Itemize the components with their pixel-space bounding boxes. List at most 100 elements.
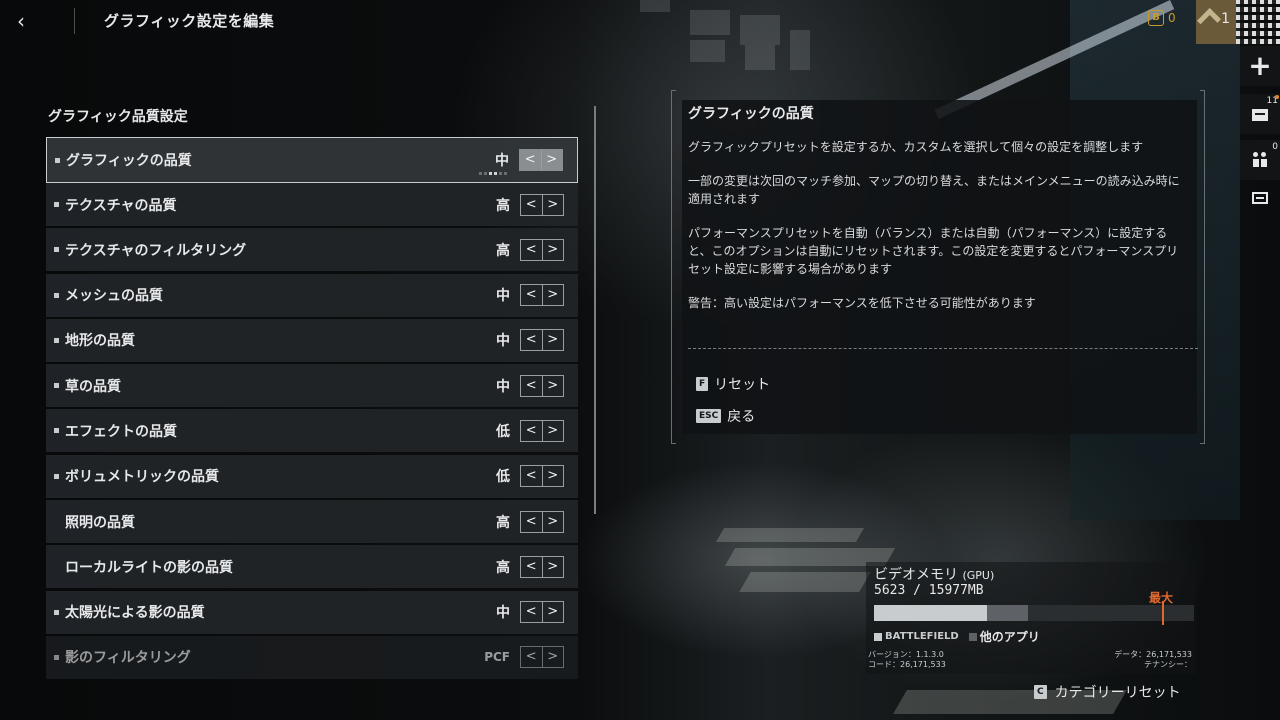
setting-value: 低 [496, 469, 510, 486]
chevron-right-icon[interactable]: > [543, 376, 564, 396]
add-button[interactable]: + [1240, 46, 1280, 86]
plus-icon: + [1248, 49, 1272, 82]
chevron-left-icon[interactable]: < [521, 421, 542, 441]
currency-icon: B [1148, 10, 1164, 26]
section-title: グラフィック品質設定 [48, 109, 188, 125]
scrollbar[interactable] [594, 106, 596, 514]
chevron-left-icon[interactable]: < [521, 647, 542, 667]
setting-value: PCF [484, 650, 510, 665]
chevron-left-icon[interactable]: < [521, 240, 542, 260]
chevron-right-icon[interactable]: > [543, 647, 564, 667]
setting-row[interactable]: ボリュメトリックの品質 低 < > [46, 454, 578, 498]
player-emblem-icon[interactable] [1236, 0, 1280, 44]
value-stepper[interactable]: < > [520, 601, 564, 624]
level-dot [499, 172, 502, 175]
vram-battlefield-fill [874, 605, 987, 621]
setting-row[interactable]: 照明の品質 高 < > [46, 500, 578, 544]
changed-indicator-icon [54, 428, 59, 434]
setting-value: 中 [496, 378, 510, 395]
vram-widget: ビデオメモリ (GPU) 5623 / 15977MB 最大 BATTLEFIE… [866, 562, 1196, 674]
category-reset-button[interactable]: C カテゴリーリセット [1034, 682, 1181, 702]
back-button[interactable]: ‹ [8, 8, 34, 34]
chevron-left-icon[interactable]: < [521, 285, 542, 305]
value-stepper[interactable]: < > [520, 555, 564, 578]
setting-label: 影のフィルタリング [65, 650, 191, 667]
rank-badge[interactable]: 1 [1196, 0, 1236, 44]
vram-title: ビデオメモリ (GPU) [874, 564, 994, 584]
changed-indicator-icon [54, 202, 59, 207]
setting-label: テクスチャのフィルタリング [65, 242, 247, 259]
party-button[interactable]: 0 [1240, 140, 1280, 180]
value-stepper[interactable]: < > [520, 329, 564, 352]
value-stepper[interactable]: < > [519, 149, 563, 171]
setting-row[interactable]: 影のフィルタリング PCF < > [46, 635, 578, 679]
setting-value: 高 [496, 197, 510, 214]
reset-button[interactable]: F リセット [696, 374, 770, 394]
exit-icon [1252, 192, 1268, 204]
back-action-button[interactable]: ESC 戻る [696, 406, 755, 426]
chevron-right-icon[interactable]: > [543, 421, 564, 441]
chevron-left-icon[interactable]: < [521, 466, 542, 486]
setting-row[interactable]: テクスチャの品質 高 < > [46, 183, 578, 226]
chevron-left-icon[interactable]: < [521, 557, 542, 577]
setting-label: エフェクトの品質 [65, 423, 177, 440]
chevron-right-icon[interactable]: > [543, 330, 564, 350]
chevron-right-icon[interactable]: > [543, 557, 564, 577]
value-stepper[interactable]: < > [520, 465, 564, 488]
preset-level-indicator [479, 172, 507, 175]
side-rail: + 11 0 [1240, 44, 1280, 224]
chevron-left-icon[interactable]: < [521, 512, 542, 532]
page-title: グラフィック設定を編集 [104, 12, 275, 30]
description-paragraph: 一部の変更は次回のマッチ参加、マップの切り替え、またはメインメニューの読み込み時… [688, 174, 1180, 206]
chevron-left-icon[interactable]: < [521, 602, 542, 622]
setting-row[interactable]: エフェクトの品質 低 < > [46, 409, 578, 453]
chevron-left-icon[interactable]: < [520, 150, 541, 170]
setting-value: 中 [496, 333, 510, 350]
vram-title-suffix: (GPU) [962, 569, 995, 582]
value-stepper[interactable]: < > [520, 374, 564, 397]
chevron-left-icon[interactable]: < [521, 195, 542, 215]
level-dot [484, 172, 487, 175]
value-stepper[interactable]: < > [520, 284, 564, 307]
chevron-right-icon[interactable]: > [543, 285, 564, 305]
key-hint-esc: ESC [696, 409, 722, 423]
setting-row[interactable]: メッシュの品質 中 < > [46, 273, 578, 317]
setting-row[interactable]: 太陽光による影の品質 中 < > [46, 590, 578, 634]
chevron-right-icon[interactable]: > [543, 466, 564, 486]
chevron-right-icon[interactable]: > [542, 150, 563, 170]
changed-indicator-icon [54, 609, 59, 615]
setting-label: テクスチャの品質 [65, 197, 177, 214]
chevron-right-icon[interactable]: > [543, 602, 564, 622]
changed-indicator-icon [55, 157, 60, 163]
chevron-left-icon[interactable]: < [521, 330, 542, 350]
key-hint-f: F [696, 377, 709, 391]
description-paragraph: グラフィックプリセットを設定するか、カスタムを選択して個々の設定を調整します [688, 140, 1144, 154]
setting-label: メッシュの品質 [65, 288, 163, 305]
vram-usage: 5623 / 15977MB [874, 583, 984, 598]
setting-row[interactable]: 草の品質 中 < > [46, 364, 578, 408]
exit-button[interactable] [1240, 184, 1280, 214]
chevron-right-icon[interactable]: > [543, 240, 564, 260]
setting-label: ボリュメトリックの品質 [65, 469, 219, 486]
chevron-right-icon[interactable]: > [543, 512, 564, 532]
setting-row[interactable]: ローカルライトの影の品質 高 < > [46, 545, 578, 589]
chevron-right-icon[interactable]: > [543, 195, 564, 215]
value-stepper[interactable]: < > [520, 419, 564, 442]
setting-value: 中 [495, 153, 509, 169]
value-stepper[interactable]: < > [520, 646, 564, 669]
setting-value: 高 [496, 559, 510, 576]
setting-row[interactable]: テクスチャのフィルタリング 高 < > [46, 228, 578, 272]
setting-row[interactable]: 地形の品質 中 < > [46, 318, 578, 362]
settings-list: グラフィックの品質中 < > テクスチャの品質高 < > テクスチャのフィルタリング高 < > メ… [46, 137, 578, 681]
chevron-left-icon[interactable]: < [521, 376, 542, 396]
value-stepper[interactable]: < > [520, 510, 564, 533]
setting-label: 照明の品質 [65, 514, 135, 531]
back-label: 戻る [727, 409, 756, 425]
changed-indicator-icon [54, 337, 59, 343]
mail-button[interactable]: 11 [1240, 94, 1280, 134]
value-stepper[interactable]: < > [520, 193, 564, 216]
setting-row[interactable]: グラフィックの品質 中 < > [46, 137, 578, 183]
setting-label: 地形の品質 [65, 333, 135, 350]
value-stepper[interactable]: < > [520, 238, 564, 261]
level-dot [489, 172, 492, 175]
